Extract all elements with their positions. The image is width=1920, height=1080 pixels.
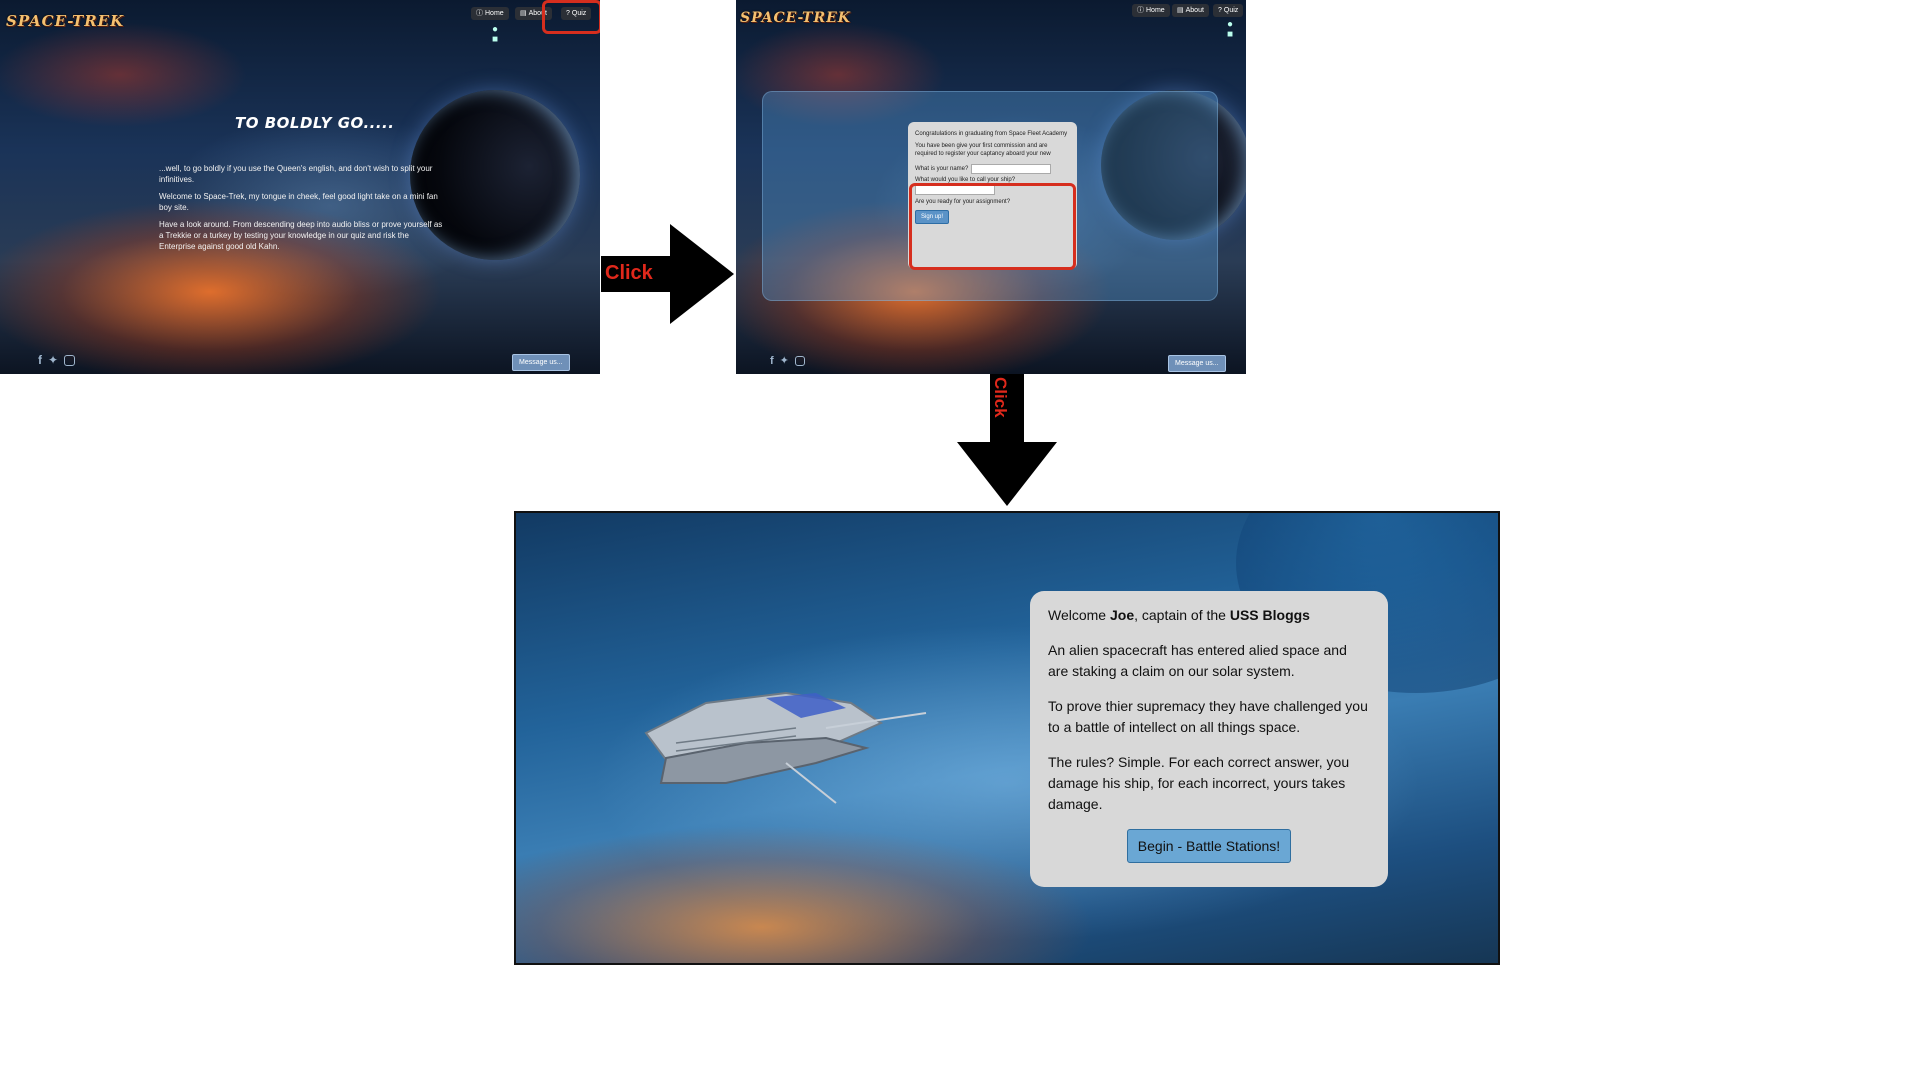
modal-text: You have been give your first commission… [915, 143, 1051, 157]
story-paragraph: An alien spacecraft has entered alied sp… [1048, 642, 1347, 679]
nav-quiz-label: Quiz [571, 10, 587, 17]
welcome-prefix: Welcome [1048, 607, 1110, 623]
arrow-right-head [670, 224, 734, 324]
begin-battle-button[interactable]: Begin - Battle Stations! [1126, 829, 1292, 863]
hero-text: ...well, to go boldly if you use the Que… [159, 163, 444, 258]
click-label: Click [991, 377, 1010, 418]
click-label: Click [605, 262, 653, 284]
twitter-icon[interactable]: ✦ [48, 353, 58, 367]
site-logo[interactable]: SPACE-TREK [6, 12, 124, 30]
instagram-icon[interactable] [64, 354, 76, 366]
nav-about-button[interactable]: ▤ About [1172, 4, 1209, 17]
quiz-signup-screenshot: SPACE-TREK ⓘ Home ▤ About ? Quiz ● ■ Cong… [736, 0, 1246, 374]
id-card-icon: ▤ [520, 10, 527, 17]
hero-paragraph: Welcome to Space-Trek, my tongue in chee… [159, 192, 438, 212]
modal-text: Congratulations in graduating from Space… [915, 131, 1068, 137]
nav-home-button[interactable]: ⓘ Home [1132, 4, 1170, 17]
question-icon: ? [1218, 7, 1222, 14]
nav-quiz-label: Quiz [1223, 7, 1239, 14]
nav-home-label: Home [485, 10, 504, 17]
arrow-down-head [957, 442, 1057, 506]
nav-home-button[interactable]: ⓘ Home [471, 7, 509, 20]
twitter-icon[interactable]: ✦ [780, 354, 789, 367]
robot-icon: ● ■ [491, 24, 499, 45]
spaceship-illustration [644, 691, 927, 804]
social-links: f ✦ [38, 353, 76, 367]
ship-name: USS Bloggs [1229, 607, 1310, 623]
home-page-screenshot: SPACE-TREK ⓘ Home ▤ About ? Quiz ● ■ TO B… [0, 0, 600, 374]
instagram-icon[interactable] [794, 355, 805, 366]
site-logo[interactable]: SPACE-TREK [740, 10, 851, 26]
robot-icon: ● ■ [1226, 19, 1234, 40]
facebook-icon[interactable]: f [770, 355, 774, 367]
nav-home-label: Home [1146, 7, 1165, 14]
name-label: What is your name? [915, 166, 969, 172]
social-links: f ✦ [770, 354, 805, 367]
captain-name: Joe [1109, 607, 1135, 623]
form-highlight-frame [909, 183, 1076, 270]
nav-about-label: About [1185, 7, 1204, 14]
welcome-line: Welcome Joe, captain of the USS Bloggs [1048, 605, 1370, 626]
hero-paragraph: ...well, to go boldly if you use the Que… [159, 164, 433, 184]
nav-quiz-button[interactable]: ? Quiz [1213, 4, 1244, 17]
name-input[interactable] [971, 164, 1052, 174]
nav-quiz-button[interactable]: ? Quiz [561, 7, 592, 20]
welcome-card: Welcome Joe, captain of the USS Bloggs A… [1030, 591, 1388, 887]
id-card-icon: ▤ [1177, 7, 1184, 14]
info-icon: ⓘ [1137, 7, 1144, 14]
question-icon: ? [566, 10, 570, 17]
welcome-middle: , captain of the [1134, 607, 1230, 623]
info-icon: ⓘ [476, 10, 483, 17]
rules-paragraph: The rules? Simple. For each correct answ… [1048, 754, 1350, 812]
hero-paragraph: Have a look around. From descending deep… [159, 220, 443, 251]
message-us-button[interactable]: Message us... [1168, 355, 1226, 372]
facebook-icon[interactable]: f [38, 353, 42, 367]
message-us-button[interactable]: Message us... [512, 354, 570, 371]
story-paragraph: To prove thier supremacy they have chall… [1048, 698, 1368, 735]
battle-intro-screenshot: Welcome Joe, captain of the USS Bloggs A… [514, 511, 1500, 965]
hero-title: TO BOLDLY GO..... [235, 114, 395, 132]
